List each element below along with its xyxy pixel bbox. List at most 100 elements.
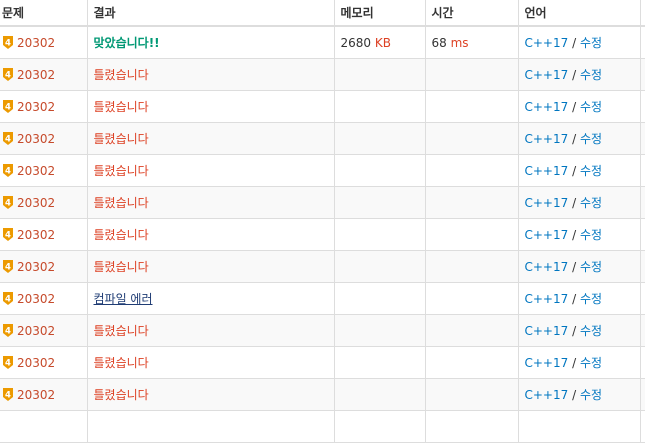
language-cell: C++17 / 수정 [518, 26, 641, 59]
gold-tier-badge-icon: 4 [3, 291, 13, 305]
language-link[interactable]: C++17 [525, 292, 569, 306]
submission-rows: 4 20302 맞았습니다!! 2680 KB 68 ms C++17 / 수정… [0, 26, 645, 443]
result-text[interactable]: 틀렸습니다 [94, 388, 149, 402]
svg-text:4: 4 [5, 326, 11, 336]
result-text[interactable]: 틀렸습니다 [94, 324, 149, 338]
time-cell [425, 378, 519, 411]
edit-link[interactable]: 수정 [580, 36, 602, 50]
result-text[interactable]: 틀렸습니다 [94, 196, 149, 210]
time-cell: 68 ms [425, 26, 519, 59]
extra-cell [640, 346, 645, 379]
table-row: 4 20302 틀렸습니다 C++17 / 수정 [0, 346, 645, 379]
result-text[interactable]: 틀렸습니다 [94, 228, 149, 242]
problem-link[interactable]: 20302 [17, 164, 55, 178]
table-row: 4 20302 틀렸습니다 C++17 / 수정 [0, 122, 645, 155]
svg-text:4: 4 [5, 166, 11, 176]
problem-link[interactable]: 20302 [17, 68, 55, 82]
edit-link[interactable]: 수정 [580, 388, 602, 402]
result-text[interactable]: 틀렸습니다 [94, 68, 149, 82]
result-text[interactable]: 틀렸습니다 [94, 260, 149, 274]
time-cell [425, 410, 519, 443]
edit-link[interactable]: 수정 [580, 132, 602, 146]
memory-cell [334, 346, 426, 379]
edit-link[interactable]: 수정 [580, 228, 602, 242]
svg-text:4: 4 [5, 198, 11, 208]
edit-link[interactable]: 수정 [580, 164, 602, 178]
result-cell: 틀렸습니다 [87, 250, 335, 283]
result-text[interactable]: 틀렸습니다 [94, 100, 149, 114]
edit-link[interactable]: 수정 [580, 68, 602, 82]
result-text[interactable]: 틀렸습니다 [94, 132, 149, 146]
gold-tier-badge-icon: 4 [3, 163, 13, 177]
problem-link[interactable]: 20302 [17, 292, 55, 306]
language-link[interactable]: C++17 [525, 324, 569, 338]
language-link[interactable]: C++17 [525, 68, 569, 82]
language-separator: / [568, 388, 580, 402]
extra-cell [640, 90, 645, 123]
edit-link[interactable]: 수정 [580, 100, 602, 114]
result-text[interactable]: 틀렸습니다 [94, 164, 149, 178]
result-cell: 틀렸습니다 [87, 346, 335, 379]
language-link[interactable]: C++17 [525, 36, 569, 50]
result-text[interactable]: 맞았습니다!! [94, 36, 160, 50]
problem-link[interactable]: 20302 [17, 228, 55, 242]
language-cell: C++17 / 수정 [518, 378, 641, 411]
extra-cell [640, 186, 645, 219]
result-cell: 틀렸습니다 [87, 154, 335, 187]
extra-cell [640, 282, 645, 315]
problem-link[interactable]: 20302 [17, 324, 55, 338]
problem-link[interactable]: 20302 [17, 388, 55, 402]
problem-link[interactable]: 20302 [17, 196, 55, 210]
svg-text:4: 4 [5, 102, 11, 112]
language-link[interactable]: C++17 [525, 260, 569, 274]
time-cell [425, 90, 519, 123]
time-cell [425, 122, 519, 155]
svg-text:4: 4 [5, 38, 11, 48]
gold-tier-badge-icon: 4 [3, 131, 13, 145]
language-link[interactable]: C++17 [525, 228, 569, 242]
language-link[interactable]: C++17 [525, 196, 569, 210]
memory-value: 2680 [340, 35, 372, 50]
problem-link[interactable]: 20302 [17, 356, 55, 370]
extra-cell [640, 378, 645, 411]
language-cell: C++17 / 수정 [518, 186, 641, 219]
table-row [0, 410, 645, 443]
problem-cell: 4 20302 [0, 346, 88, 379]
language-cell: C++17 / 수정 [518, 250, 641, 283]
header-language: 언어 [518, 0, 641, 27]
language-link[interactable]: C++17 [525, 164, 569, 178]
language-link[interactable]: C++17 [525, 388, 569, 402]
language-cell [518, 410, 641, 443]
extra-cell [640, 410, 645, 443]
memory-cell [334, 282, 426, 315]
problem-link[interactable]: 20302 [17, 36, 55, 50]
memory-cell [334, 122, 426, 155]
result-text[interactable]: 컴파일 에러 [94, 292, 153, 306]
edit-link[interactable]: 수정 [580, 196, 602, 210]
problem-cell: 4 20302 [0, 154, 88, 187]
gold-tier-badge-icon: 4 [3, 67, 13, 81]
problem-link[interactable]: 20302 [17, 132, 55, 146]
problem-cell: 4 20302 [0, 250, 88, 283]
table-row: 4 20302 틀렸습니다 C++17 / 수정 [0, 250, 645, 283]
language-link[interactable]: C++17 [525, 356, 569, 370]
time-value: 68 [431, 35, 447, 50]
problem-link[interactable]: 20302 [17, 100, 55, 114]
result-text[interactable]: 틀렸습니다 [94, 356, 149, 370]
edit-link[interactable]: 수정 [580, 356, 602, 370]
language-separator: / [568, 68, 580, 82]
header-extra [640, 0, 645, 27]
language-link[interactable]: C++17 [525, 100, 569, 114]
gold-tier-badge-icon: 4 [3, 355, 13, 369]
edit-link[interactable]: 수정 [580, 324, 602, 338]
header-time: 시간 [425, 0, 519, 27]
language-link[interactable]: C++17 [525, 132, 569, 146]
problem-cell: 4 20302 [0, 314, 88, 347]
result-cell: 틀렸습니다 [87, 90, 335, 123]
problem-link[interactable]: 20302 [17, 260, 55, 274]
edit-link[interactable]: 수정 [580, 292, 602, 306]
extra-cell [640, 250, 645, 283]
problem-cell: 4 20302 [0, 58, 88, 91]
edit-link[interactable]: 수정 [580, 260, 602, 274]
svg-text:4: 4 [5, 358, 11, 368]
